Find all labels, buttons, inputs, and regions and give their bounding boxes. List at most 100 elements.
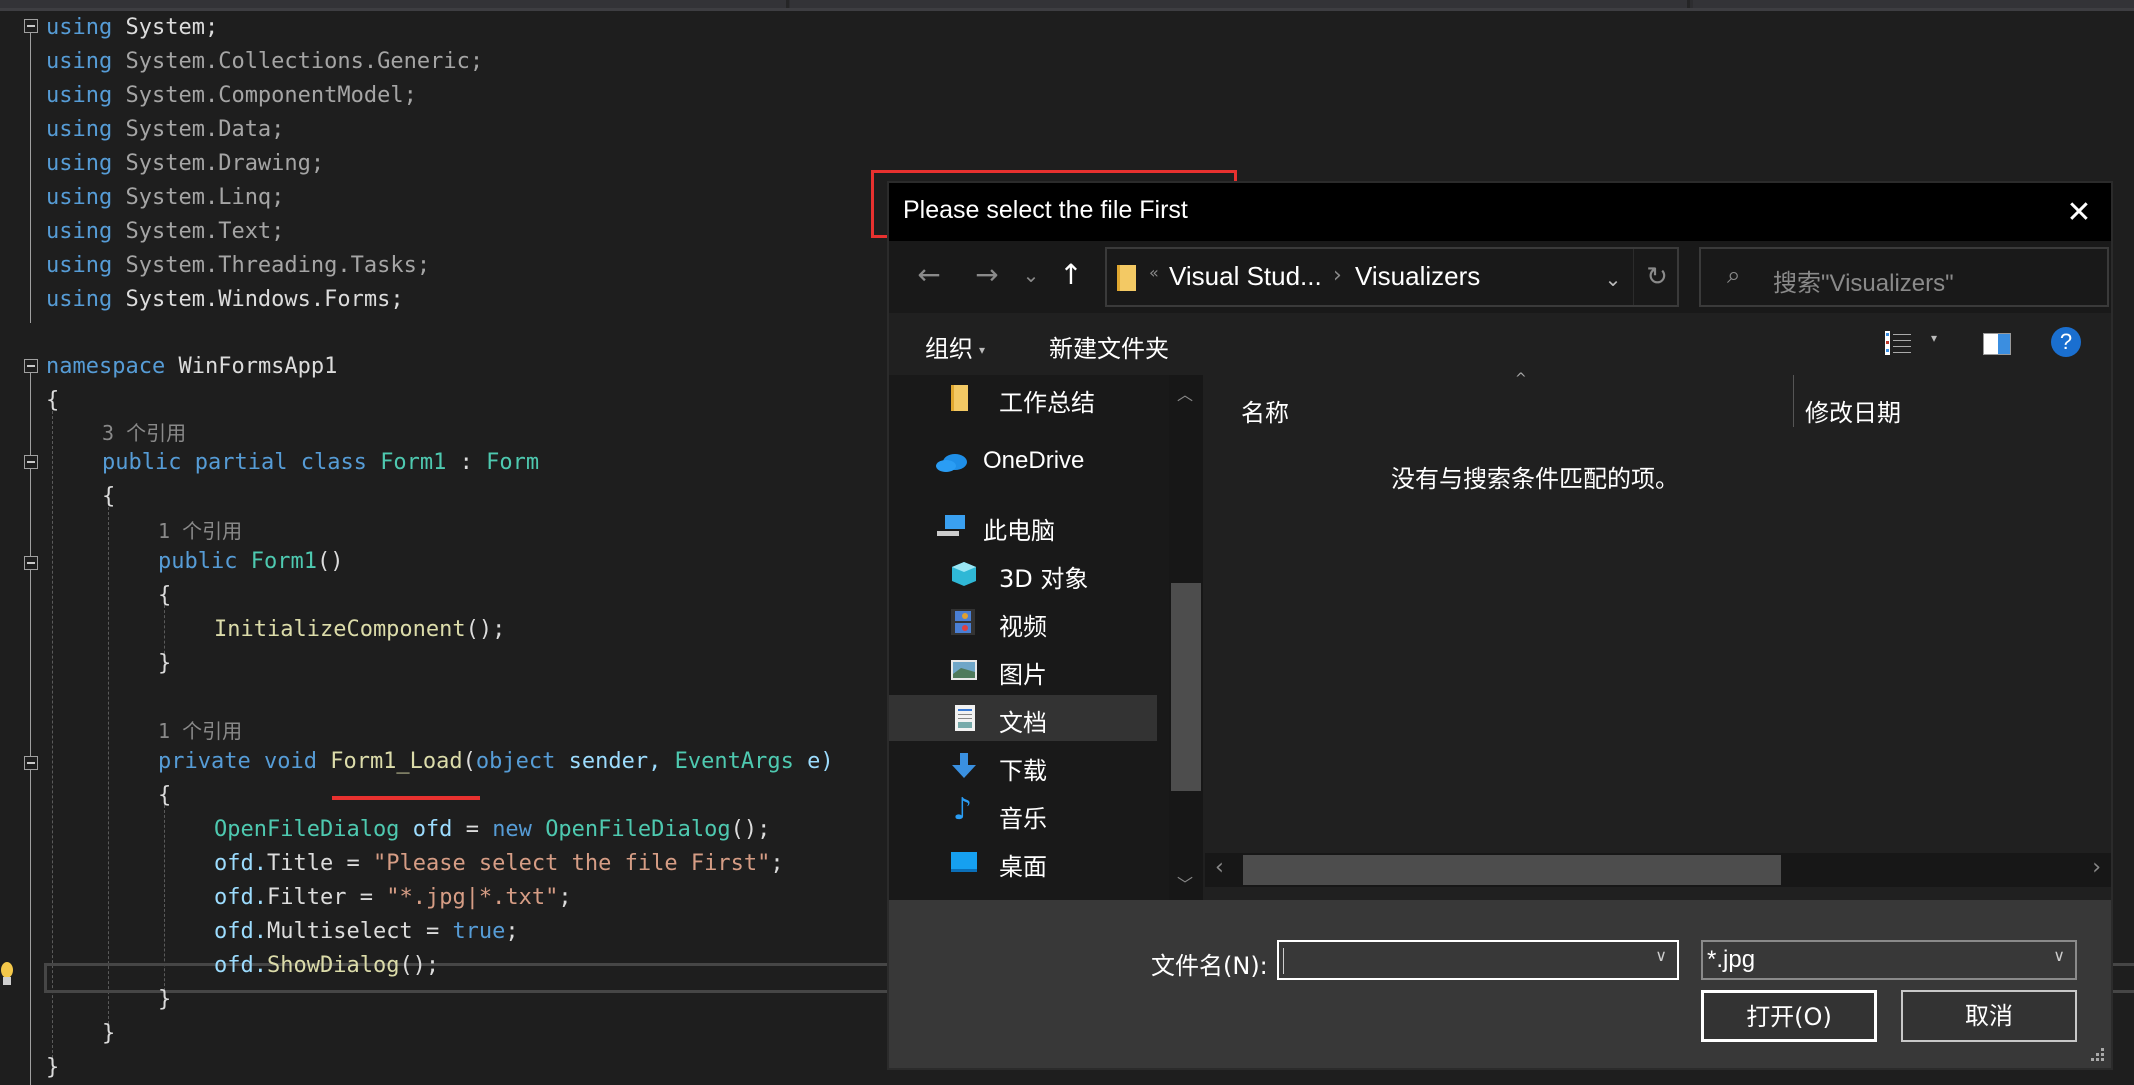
codelens-references[interactable]: 3 个引用 <box>102 416 186 450</box>
code-token: System.Drawing; <box>125 151 325 176</box>
breadcrumb-overflow-icon[interactable]: « <box>1149 263 1159 282</box>
breadcrumb-separator-icon[interactable]: › <box>1333 263 1342 288</box>
code-token: System; <box>125 15 219 40</box>
downloads-icon <box>952 753 976 778</box>
code-line-body: ofd.Title = "Please select the file Firs… <box>214 851 784 876</box>
scrollbar-thumb[interactable] <box>1243 855 1781 885</box>
code-line-init: InitializeComponent(); <box>214 617 506 642</box>
code-line: } <box>102 1021 116 1046</box>
scroll-right-icon[interactable]: › <box>2092 855 2101 880</box>
navigation-bar: ← → ⌄ ↑ « Visual Stud... › Visualizers ⌄… <box>889 241 2111 313</box>
code-token: System.Linq; <box>125 185 285 210</box>
breadcrumb-item[interactable]: Visual Stud... <box>1169 261 1322 292</box>
scroll-left-icon[interactable]: ‹ <box>1215 855 1224 880</box>
column-header-date-modified[interactable]: 修改日期 <box>1805 393 1901 428</box>
nav-item-this-pc[interactable]: 此电脑 <box>889 503 1157 549</box>
search-box[interactable]: ⌕ 搜索"Visualizers" <box>1699 247 2109 307</box>
navigation-pane: 工作总结 OneDrive 此电脑 3D 对象 视频 图片 文档 下载 ♪ 音乐… <box>889 375 1203 900</box>
code-line-using: using System.Text; <box>46 215 284 249</box>
nav-item-label: 图片 <box>999 661 1047 689</box>
desktop-icon <box>951 852 977 872</box>
nav-item-work-summary[interactable]: 工作总结 <box>889 375 1157 421</box>
code-token: using <box>46 219 113 244</box>
code-line-using: using System.Linq; <box>46 181 284 215</box>
filename-input[interactable]: ∨ <box>1277 940 1679 980</box>
pictures-icon <box>951 660 977 680</box>
nav-item-music[interactable]: ♪ 音乐 <box>889 791 1157 837</box>
editor-tab[interactable] <box>790 0 1690 8</box>
fold-toggle-icon[interactable] <box>24 19 38 33</box>
fold-line <box>30 33 31 323</box>
cancel-button[interactable]: 取消 <box>1901 990 2077 1042</box>
code-token: System.Threading.Tasks; <box>125 253 431 278</box>
column-header-name[interactable]: 名称 <box>1241 393 1289 428</box>
fold-toggle-icon[interactable] <box>24 455 38 469</box>
documents-icon <box>955 705 975 731</box>
text-caret <box>1283 948 1284 974</box>
editor-tab[interactable] <box>0 0 789 8</box>
view-details-icon[interactable] <box>1885 331 1911 355</box>
forward-icon[interactable]: → <box>967 255 1007 295</box>
view-options-caret-icon[interactable]: ▾ <box>1931 331 1937 345</box>
file-type-select[interactable]: *.jpg ∨ <box>1701 940 2077 980</box>
up-icon[interactable]: ↑ <box>1051 255 1091 295</box>
nav-item-pictures[interactable]: 图片 <box>889 647 1157 693</box>
nav-item-3d-objects[interactable]: 3D 对象 <box>889 551 1157 597</box>
file-list[interactable]: ^ 名称 修改日期 没有与搜索条件匹配的项。 ‹ › <box>1205 371 2111 900</box>
nav-item-desktop[interactable]: 桌面 <box>889 839 1157 885</box>
code-line-using: using System.Threading.Tasks; <box>46 249 430 283</box>
code-line-body: OpenFileDialog ofd = new OpenFileDialog(… <box>214 817 771 842</box>
dialog-titlebar[interactable]: Please select the file First ✕ <box>889 183 2111 241</box>
code-line-body: ofd.ShowDialog(); <box>214 953 440 978</box>
fold-toggle-icon[interactable] <box>24 359 38 373</box>
address-dropdown-icon[interactable]: ⌄ <box>1593 259 1633 299</box>
refresh-icon[interactable]: ↻ <box>1633 249 1680 305</box>
scrollbar-thumb[interactable] <box>1171 583 1201 791</box>
codelens-references[interactable]: 1 个引用 <box>158 714 242 748</box>
resize-grip-icon[interactable] <box>2091 1048 2105 1062</box>
computer-icon <box>937 515 965 536</box>
editor-tab[interactable] <box>1693 0 2134 8</box>
organize-button[interactable]: 组织 ▾ <box>925 329 985 364</box>
code-token: using <box>46 287 113 312</box>
annotation-underline <box>332 796 480 800</box>
dialog-footer: 文件名(N): ∨ *.jpg ∨ 打开(O) 取消 <box>889 900 2111 1068</box>
scroll-up-icon[interactable]: ︿ <box>1177 381 1193 405</box>
3d-objects-icon <box>952 562 976 586</box>
nav-item-documents[interactable]: 文档 <box>889 695 1157 741</box>
code-token: System.Text; <box>125 219 285 244</box>
nav-item-label: OneDrive <box>983 447 1085 474</box>
fold-toggle-icon[interactable] <box>24 556 38 570</box>
code-token: System.ComponentModel; <box>125 83 417 108</box>
scroll-down-icon[interactable]: ﹀ <box>1177 871 1193 895</box>
horizontal-scrollbar[interactable]: ‹ › <box>1205 853 2111 887</box>
nav-item-label: 3D 对象 <box>999 565 1089 593</box>
nav-pane-scrollbar[interactable]: ︿ ﹀ <box>1169 375 1203 900</box>
editor-tab-strip <box>0 0 2134 8</box>
open-button[interactable]: 打开(O) <box>1701 990 1877 1042</box>
nav-item-label: 工作总结 <box>999 389 1095 417</box>
fold-toggle-icon[interactable] <box>24 756 38 770</box>
code-line: } <box>158 651 172 676</box>
nav-item-videos[interactable]: 视频 <box>889 599 1157 645</box>
nav-item-onedrive[interactable]: OneDrive <box>889 439 1157 485</box>
chevron-down-icon[interactable]: ∨ <box>1655 946 1667 965</box>
nav-item-label: 此电脑 <box>983 517 1055 545</box>
breadcrumb-item[interactable]: Visualizers <box>1355 261 1480 292</box>
help-icon[interactable]: ? <box>2051 327 2081 357</box>
code-line-body: ofd.Filter = "*.jpg|*.txt"; <box>214 885 572 910</box>
nav-item-downloads[interactable]: 下载 <box>889 743 1157 789</box>
address-bar[interactable]: « Visual Stud... › Visualizers ⌄ ↻ <box>1105 247 1679 307</box>
close-icon[interactable]: ✕ <box>2057 191 2101 235</box>
preview-pane-icon[interactable] <box>1983 333 2011 355</box>
code-token: using <box>46 49 113 74</box>
code-line: { <box>158 783 172 808</box>
chevron-down-icon[interactable]: ∨ <box>2053 946 2065 965</box>
recent-locations-icon[interactable]: ⌄ <box>1011 255 1051 295</box>
lightbulb-icon[interactable] <box>0 961 14 991</box>
codelens-references[interactable]: 1 个引用 <box>158 514 242 548</box>
new-folder-button[interactable]: 新建文件夹 <box>1049 329 1169 364</box>
back-icon[interactable]: ← <box>909 255 949 295</box>
code-line-using: using System.ComponentModel; <box>46 79 417 113</box>
column-divider[interactable] <box>1793 375 1794 427</box>
